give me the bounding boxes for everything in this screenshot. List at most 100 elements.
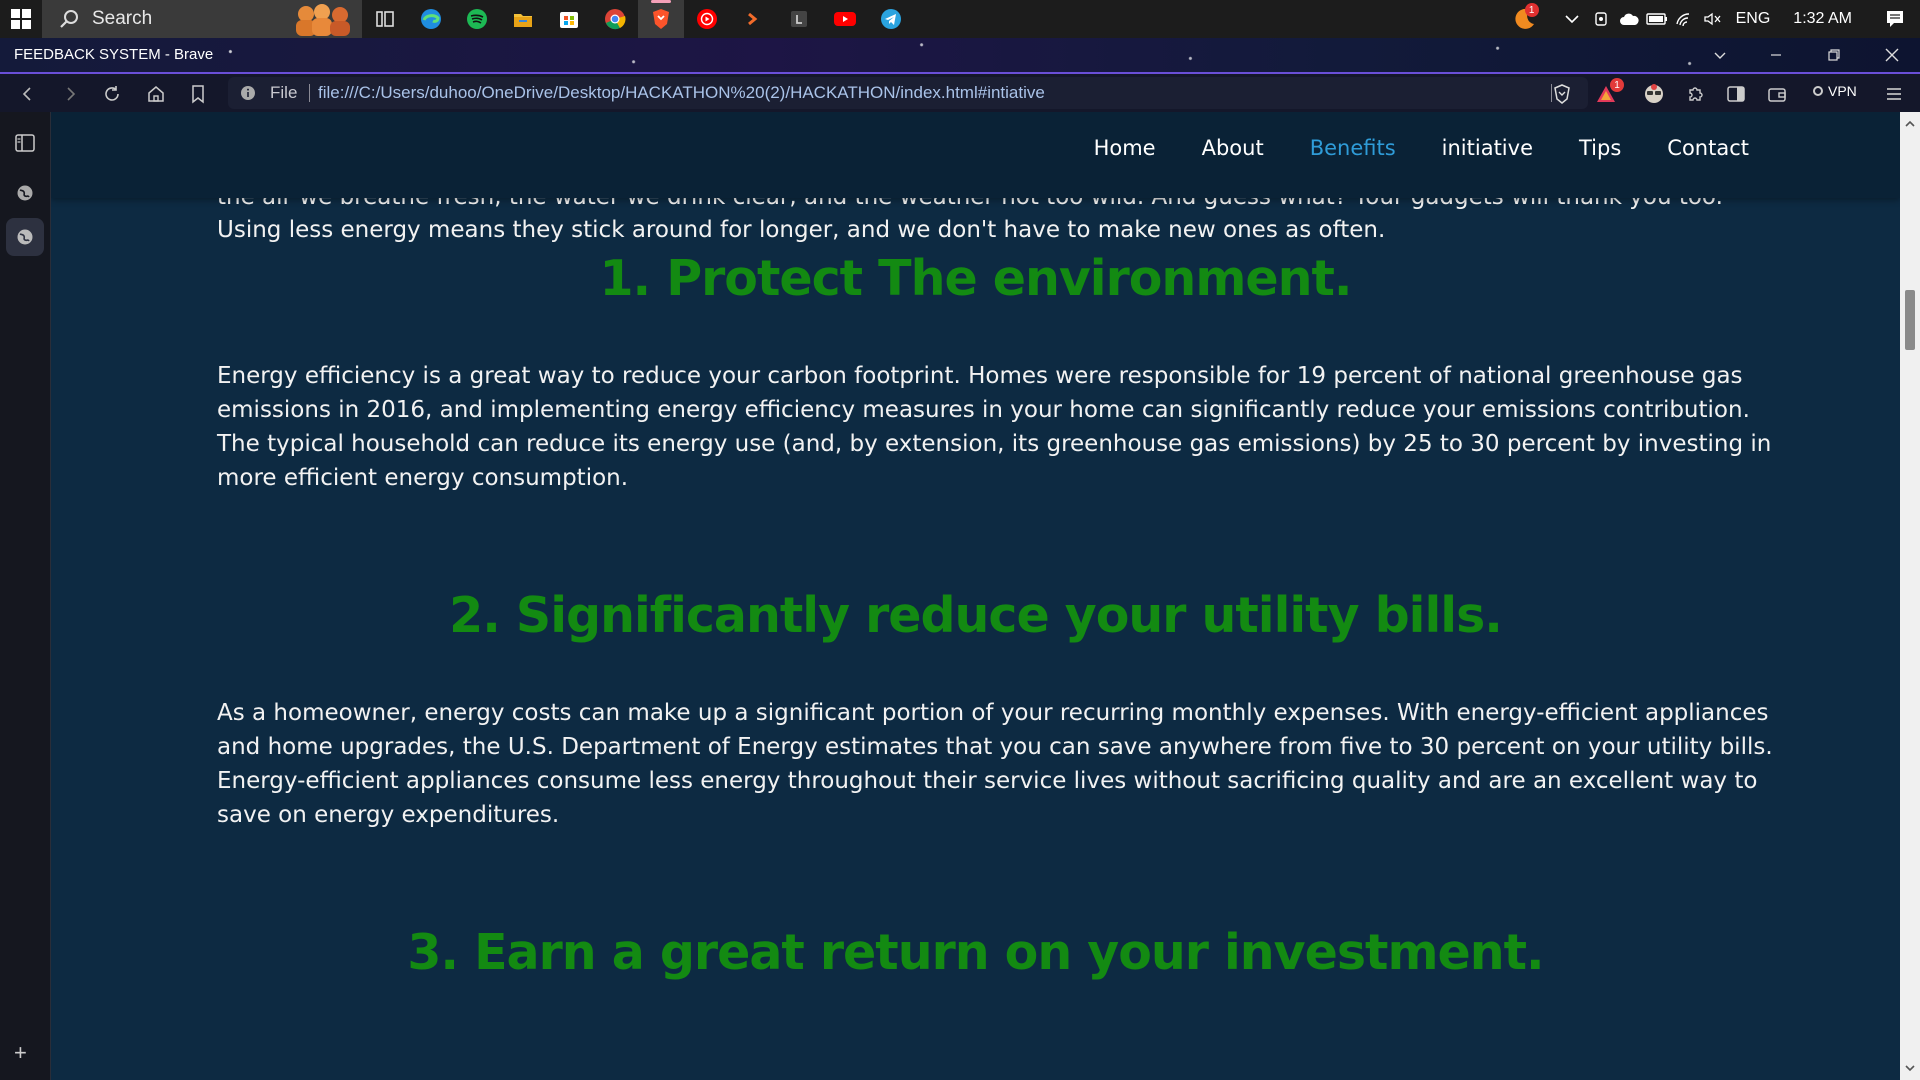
tray-volume[interactable]: [1699, 0, 1727, 38]
home-icon: [148, 86, 164, 102]
page-viewport: the air we breathe fresh, the water we d…: [51, 112, 1900, 1080]
task-view-icon: [376, 11, 394, 27]
sidebar-panel-icon: [15, 134, 35, 152]
chevron-down-icon: [1565, 15, 1579, 24]
brave-rewards-button[interactable]: 1: [1592, 78, 1624, 108]
taskbar-app-arrow[interactable]: [730, 0, 776, 38]
nav-benefits[interactable]: Benefits: [1287, 136, 1419, 160]
forward-button[interactable]: [56, 80, 84, 108]
browser-menu-button[interactable]: [1880, 80, 1908, 108]
section-body-2: As a homeowner, energy costs can make up…: [217, 700, 1773, 828]
youtube-music-icon: [697, 9, 717, 29]
browser-title-bar: FEEDBACK SYSTEM - Brave: [0, 38, 1920, 72]
nav-home[interactable]: Home: [1071, 136, 1179, 160]
close-window-button[interactable]: [1864, 38, 1920, 72]
arrow-left-icon: [22, 87, 31, 101]
volume-muted-icon: [1703, 12, 1721, 26]
taskbar-search-label: Search: [92, 8, 153, 29]
nav-initiative[interactable]: initiative: [1419, 136, 1556, 160]
chrome-icon: [605, 9, 626, 30]
battery-icon: [1645, 13, 1667, 25]
vpn-button[interactable]: VPN: [1813, 83, 1857, 99]
brave-shields-button[interactable]: [1548, 80, 1576, 108]
url-divider: [309, 84, 310, 102]
taskbar-youtube[interactable]: [822, 0, 868, 38]
close-icon: [1885, 48, 1899, 62]
show-hidden-icons-button[interactable]: [1557, 0, 1587, 38]
minimize-button[interactable]: [1748, 38, 1804, 72]
start-button[interactable]: [0, 0, 42, 38]
reload-button[interactable]: [98, 80, 126, 108]
tray-meet-now[interactable]: [1587, 0, 1615, 38]
browser-toolbar: File file:///C:/Users/duhoo/OneDrive/Des…: [0, 72, 1920, 112]
active-app-indicator: [651, 0, 671, 3]
tray-wifi[interactable]: [1671, 0, 1699, 38]
tray-language[interactable]: ENG: [1727, 10, 1780, 28]
taskbar-telegram[interactable]: [868, 0, 914, 38]
extensions-button[interactable]: [1682, 80, 1710, 108]
taskbar-chrome[interactable]: [592, 0, 638, 38]
sidebar-add-button[interactable]: +: [14, 1040, 27, 1066]
taskbar-brave[interactable]: [638, 0, 684, 38]
address-bar[interactable]: File file:///C:/Users/duhoo/OneDrive/Des…: [228, 77, 1588, 109]
cloud-icon: [1619, 13, 1639, 25]
minimize-icon: [1771, 54, 1781, 56]
hamburger-menu-icon: [1887, 88, 1901, 100]
site-nav-links: Home About Benefits initiative Tips Cont…: [1071, 136, 1772, 160]
intro-last-line: Using less energy means they stick aroun…: [217, 217, 1386, 243]
device-icon: [1594, 12, 1607, 26]
tray-clock[interactable]: 1:32 AM: [1779, 10, 1870, 28]
scroll-up-arrow-icon[interactable]: [1904, 118, 1916, 130]
sidebar-site-2[interactable]: [6, 218, 44, 256]
search-highlight-illustration-icon: [296, 4, 350, 36]
globe-icon: [17, 185, 33, 201]
back-button[interactable]: [14, 80, 42, 108]
nav-contact[interactable]: Contact: [1644, 136, 1772, 160]
scrollbar-thumb[interactable]: [1905, 290, 1915, 350]
taskbar-search[interactable]: Search: [42, 0, 362, 38]
task-view-button[interactable]: [362, 0, 408, 38]
info-icon[interactable]: [240, 85, 256, 101]
page-scrollbar[interactable]: [1900, 112, 1920, 1080]
extension-avatar-button[interactable]: [1640, 80, 1668, 108]
action-center-button[interactable]: [1870, 0, 1920, 38]
bookmark-button[interactable]: [184, 80, 212, 108]
search-icon: [60, 10, 78, 28]
arrow-app-icon: [748, 12, 758, 26]
sidebar-site-1[interactable]: [6, 174, 44, 212]
window-title: FEEDBACK SYSTEM - Brave: [14, 46, 214, 63]
letter-l-app-icon: [791, 11, 807, 27]
windows-taskbar: Search 1 ENG 1:32 AM: [0, 0, 1920, 38]
globe-icon: [17, 229, 33, 245]
url-text[interactable]: file:///C:/Users/duhoo/OneDrive/Desktop/…: [318, 83, 1045, 103]
tab-search-button[interactable]: [1692, 38, 1748, 72]
wallet-button[interactable]: [1763, 80, 1791, 108]
reload-icon: [105, 86, 119, 101]
sidebar-panel-button[interactable]: [6, 124, 44, 162]
wifi-icon: [1675, 13, 1689, 27]
scroll-down-arrow-icon[interactable]: [1904, 1062, 1916, 1074]
sidebar-toggle-button[interactable]: [1722, 80, 1750, 108]
taskbar-app-l[interactable]: [776, 0, 822, 38]
section-heading-1: 1. Protect The environment.: [599, 250, 1352, 307]
tray-onedrive[interactable]: [1615, 0, 1643, 38]
notification-center-icon: [1887, 11, 1903, 27]
tray-app-notification[interactable]: 1: [1503, 0, 1547, 38]
taskbar-spotify[interactable]: [454, 0, 500, 38]
taskbar-youtube-music[interactable]: [684, 0, 730, 38]
vpn-label: VPN: [1828, 83, 1857, 99]
nav-about[interactable]: About: [1179, 136, 1287, 160]
tray-battery[interactable]: [1643, 0, 1671, 38]
taskbar-store[interactable]: [546, 0, 592, 38]
home-button[interactable]: [142, 80, 170, 108]
folder-icon: [514, 14, 532, 27]
telegram-icon: [881, 9, 901, 29]
taskbar-edge[interactable]: [408, 0, 454, 38]
taskbar-file-explorer[interactable]: [500, 0, 546, 38]
browser-sidebar: +: [0, 112, 51, 1080]
windows-logo-icon: [11, 9, 31, 29]
nav-tips[interactable]: Tips: [1556, 136, 1644, 160]
vpn-status-icon: [1813, 86, 1823, 96]
restore-button[interactable]: [1806, 38, 1862, 72]
url-scheme-label: File: [270, 83, 298, 102]
